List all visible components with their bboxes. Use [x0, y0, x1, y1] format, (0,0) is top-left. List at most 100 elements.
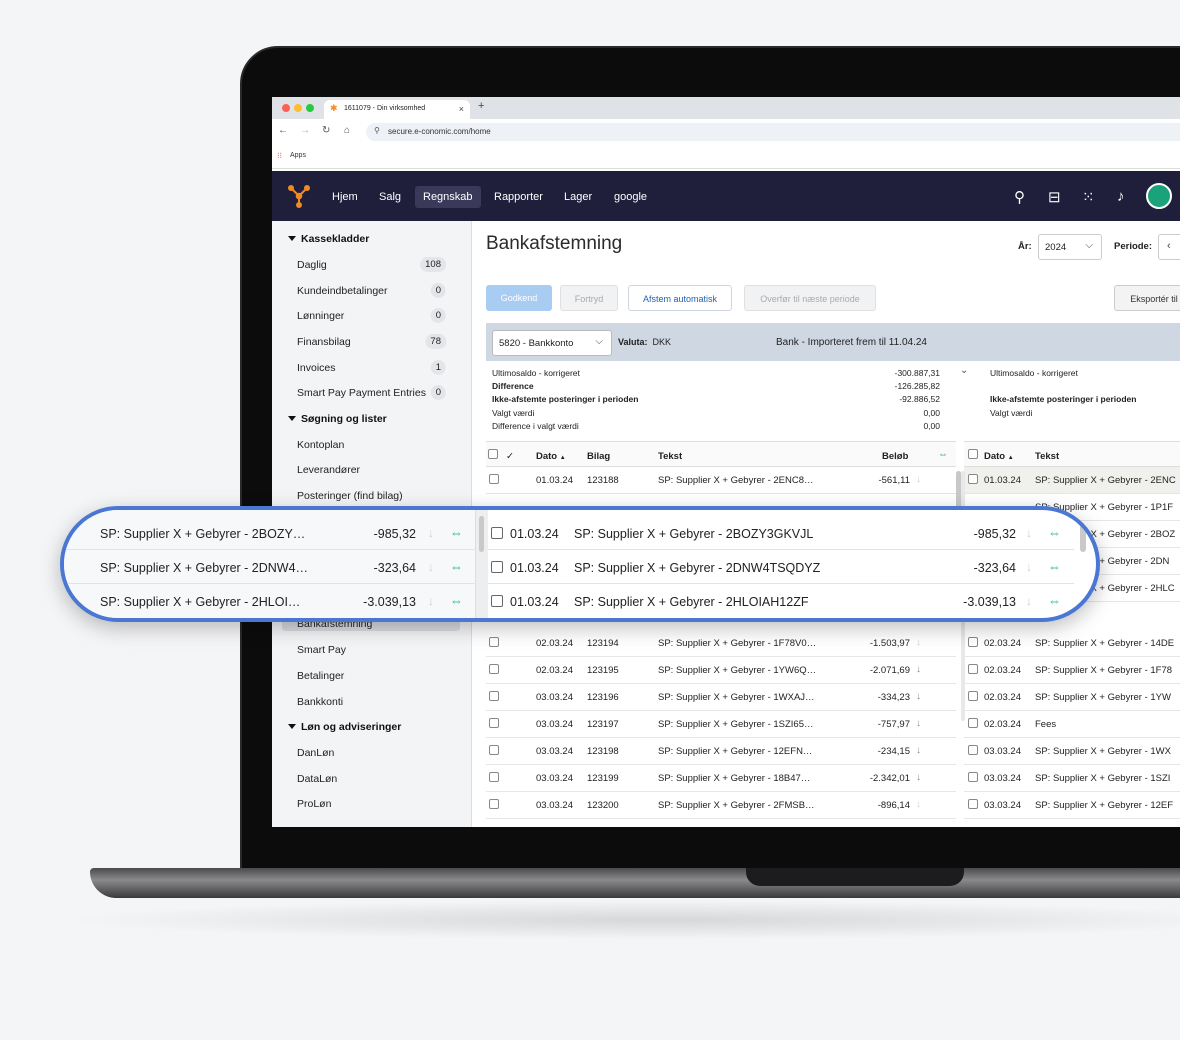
- minimize-window-icon[interactable]: [294, 104, 302, 112]
- row-checkbox[interactable]: [489, 474, 499, 484]
- table-row[interactable]: 03.03.24 123196 SP: Supplier X + Gebyrer -…: [486, 684, 956, 711]
- zoom-left-row[interactable]: SP: Supplier X + Gebyrer - 2HLOI… -3.039,…: [64, 584, 476, 618]
- inbox-icon[interactable]: ⊟: [1048, 188, 1061, 206]
- nav-regnskab[interactable]: Regnskab: [415, 186, 481, 208]
- row-checkbox[interactable]: [491, 595, 503, 607]
- period-prev-button[interactable]: ‹: [1158, 234, 1180, 260]
- zoom-left-row[interactable]: SP: Supplier X + Gebyrer - 2DNW4… -323,64…: [64, 550, 476, 584]
- row-checkbox[interactable]: [491, 527, 503, 539]
- download-arrow-icon[interactable]: ↓: [916, 772, 921, 783]
- eksporter-button[interactable]: Eksportér til: [1114, 285, 1180, 311]
- col-tekst[interactable]: Tekst: [658, 451, 682, 462]
- forward-arrow-icon[interactable]: →: [300, 125, 310, 136]
- row-checkbox[interactable]: [489, 718, 499, 728]
- table-row[interactable]: 03.03.24 123200 SP: Supplier X + Gebyrer -…: [486, 792, 956, 819]
- select-all-checkbox[interactable]: [968, 449, 978, 459]
- download-arrow-icon[interactable]: ↓: [428, 594, 434, 608]
- download-arrow-icon[interactable]: ↓: [428, 526, 434, 540]
- reload-icon[interactable]: ↻: [322, 125, 330, 136]
- zoom-right-row[interactable]: 01.03.24 SP: Supplier X + Gebyrer - 2BOZY…: [488, 516, 1074, 550]
- tab-close-icon[interactable]: ×: [459, 104, 464, 114]
- site-info-icon[interactable]: ⚲: [374, 126, 380, 135]
- economic-logo-icon[interactable]: [286, 183, 312, 209]
- browser-tab[interactable]: ✱ 1611079 - Din virksomhed ×: [324, 100, 470, 119]
- col-beloeb[interactable]: Beløb: [882, 451, 908, 462]
- link-icon[interactable]: ⇔: [1048, 593, 1061, 608]
- collapse-chevron-icon[interactable]: ⌄: [960, 365, 968, 376]
- table-row[interactable]: 01.03.24 123188 SP: Supplier X + Gebyrer -…: [486, 467, 956, 494]
- col-tekst[interactable]: Tekst: [1035, 451, 1059, 462]
- zoom-right-row[interactable]: 01.03.24 SP: Supplier X + Gebyrer - 2HLOI…: [488, 584, 1074, 618]
- select-all-checkbox[interactable]: [488, 449, 498, 459]
- zoom-right-scrollbar[interactable]: [1080, 518, 1086, 552]
- zoom-scrollbar[interactable]: [479, 516, 484, 552]
- sidebar-item-kontoplan[interactable]: Kontoplan: [297, 439, 344, 451]
- sidebar-item-leverandoerer[interactable]: Leverandører: [297, 464, 360, 476]
- col-bilag[interactable]: Bilag: [587, 451, 610, 462]
- apps-icon[interactable]: ⁙: [1082, 188, 1095, 206]
- table-row[interactable]: 02.03.24 123195 SP: Supplier X + Gebyrer -…: [486, 657, 956, 684]
- table-row[interactable]: 01.03.24 SP: Supplier X + Gebyrer - 2ENC: [964, 467, 1180, 494]
- sidebar-group-kassekladder[interactable]: Kassekladder: [288, 233, 369, 245]
- sidebar-item-smart-pay[interactable]: Smart Pay: [297, 644, 346, 656]
- row-checkbox[interactable]: [968, 718, 978, 728]
- sidebar-item-danloen[interactable]: DanLøn: [297, 747, 334, 759]
- download-arrow-icon[interactable]: ↓: [916, 664, 921, 675]
- download-arrow-icon[interactable]: ↓: [916, 474, 921, 485]
- row-checkbox[interactable]: [489, 664, 499, 674]
- link-icon[interactable]: ⇔: [450, 525, 463, 540]
- table-row[interactable]: 02.03.24 SP: Supplier X + Gebyrer - 1YW: [964, 684, 1180, 711]
- address-bar[interactable]: ⚲ secure.e-conomic.com/home: [366, 123, 1180, 141]
- year-select[interactable]: 2024 ⌵: [1038, 234, 1102, 260]
- col-dato[interactable]: Dato ▲: [984, 451, 1014, 462]
- table-row[interactable]: 02.03.24 SP: Supplier X + Gebyrer - 1F78: [964, 657, 1180, 684]
- link-icon[interactable]: ⇔: [450, 593, 463, 608]
- row-checkbox[interactable]: [489, 772, 499, 782]
- sidebar-item-dataloen[interactable]: DataLøn: [297, 773, 337, 785]
- table-row[interactable]: 03.03.24 SP: Supplier X + Gebyrer - 1WX: [964, 738, 1180, 765]
- nav-google[interactable]: google: [606, 186, 655, 208]
- link-icon[interactable]: ⇔: [1048, 559, 1061, 574]
- overfor-button[interactable]: Overfør til næste periode: [744, 285, 876, 311]
- nav-lager[interactable]: Lager: [556, 186, 600, 208]
- nav-hjem[interactable]: Hjem: [324, 186, 366, 208]
- download-arrow-icon[interactable]: ↓: [916, 745, 921, 756]
- download-arrow-icon[interactable]: ↓: [916, 718, 921, 729]
- row-checkbox[interactable]: [968, 799, 978, 809]
- download-arrow-icon[interactable]: ↓: [1026, 526, 1032, 540]
- table-row[interactable]: 02.03.24 SP: Supplier X + Gebyrer - 14DE: [964, 630, 1180, 657]
- sidebar-item-bankkonti[interactable]: Bankkonti: [297, 696, 343, 708]
- row-checkbox[interactable]: [489, 691, 499, 701]
- row-checkbox[interactable]: [968, 745, 978, 755]
- zoom-left-row[interactable]: SP: Supplier X + Gebyrer - 2BOZY… -985,32…: [64, 516, 476, 550]
- afstem-automatisk-button[interactable]: Afstem automatisk: [628, 285, 732, 311]
- nav-rapporter[interactable]: Rapporter: [486, 186, 551, 208]
- sidebar-item-kundeindbetalinger[interactable]: Kundeindbetalinger: [297, 285, 388, 297]
- table-row[interactable]: 02.03.24 123194 SP: Supplier X + Gebyrer -…: [486, 630, 956, 657]
- bookmark-apps[interactable]: Apps: [290, 152, 306, 159]
- row-checkbox[interactable]: [968, 474, 978, 484]
- row-checkbox[interactable]: [489, 637, 499, 647]
- link-icon[interactable]: ⇔: [450, 559, 463, 574]
- table-row[interactable]: 02.03.24 Fees: [964, 711, 1180, 738]
- sidebar-item-loenninger[interactable]: Lønninger: [297, 310, 344, 322]
- table-row[interactable]: 03.03.24 SP: Supplier X + Gebyrer - 12EF: [964, 792, 1180, 819]
- sidebar-item-proloen[interactable]: ProLøn: [297, 798, 331, 810]
- download-arrow-icon[interactable]: ↓: [1026, 594, 1032, 608]
- sidebar-item-finansbilag[interactable]: Finansbilag: [297, 336, 351, 348]
- sidebar-item-daglig[interactable]: Daglig: [297, 259, 327, 271]
- search-icon[interactable]: ⚲: [1014, 188, 1025, 206]
- row-checkbox[interactable]: [489, 745, 499, 755]
- sidebar-item-invoices[interactable]: Invoices: [297, 362, 336, 374]
- close-window-icon[interactable]: [282, 104, 290, 112]
- bell-icon[interactable]: ♪: [1117, 188, 1125, 205]
- col-dato[interactable]: Dato ▲: [536, 451, 566, 462]
- sidebar-item-betalinger[interactable]: Betalinger: [297, 670, 344, 682]
- table-row[interactable]: 03.03.24 123198 SP: Supplier X + Gebyrer -…: [486, 738, 956, 765]
- download-arrow-icon[interactable]: ↓: [1026, 560, 1032, 574]
- godkend-button[interactable]: Godkend: [486, 285, 552, 311]
- row-checkbox[interactable]: [968, 691, 978, 701]
- maximize-window-icon[interactable]: [306, 104, 314, 112]
- download-arrow-icon[interactable]: ↓: [916, 637, 921, 648]
- download-arrow-icon[interactable]: ↓: [428, 560, 434, 574]
